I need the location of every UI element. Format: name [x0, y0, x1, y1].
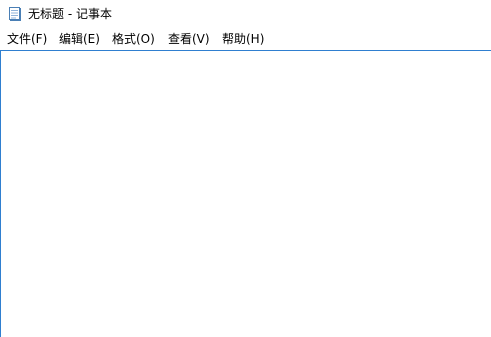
menu-edit[interactable]: 编辑(E) — [59, 32, 100, 47]
menu-view[interactable]: 查看(V) — [168, 32, 210, 47]
text-editor-area — [0, 50, 491, 337]
notepad-icon — [8, 7, 22, 22]
menu-format[interactable]: 格式(O) — [112, 32, 155, 47]
menu-bar: 文件(F) 编辑(E) 格式(O) 查看(V) 帮助(H) — [0, 29, 491, 50]
window-title: 无标题 - 记事本 — [28, 7, 112, 21]
title-bar[interactable]: 无标题 - 记事本 — [0, 0, 491, 29]
menu-file[interactable]: 文件(F) — [7, 32, 47, 47]
notepad-window: 无标题 - 记事本 文件(F) 编辑(E) 格式(O) 查看(V) 帮助(H) — [0, 0, 491, 337]
text-editor[interactable] — [1, 51, 491, 337]
menu-help[interactable]: 帮助(H) — [222, 32, 264, 47]
